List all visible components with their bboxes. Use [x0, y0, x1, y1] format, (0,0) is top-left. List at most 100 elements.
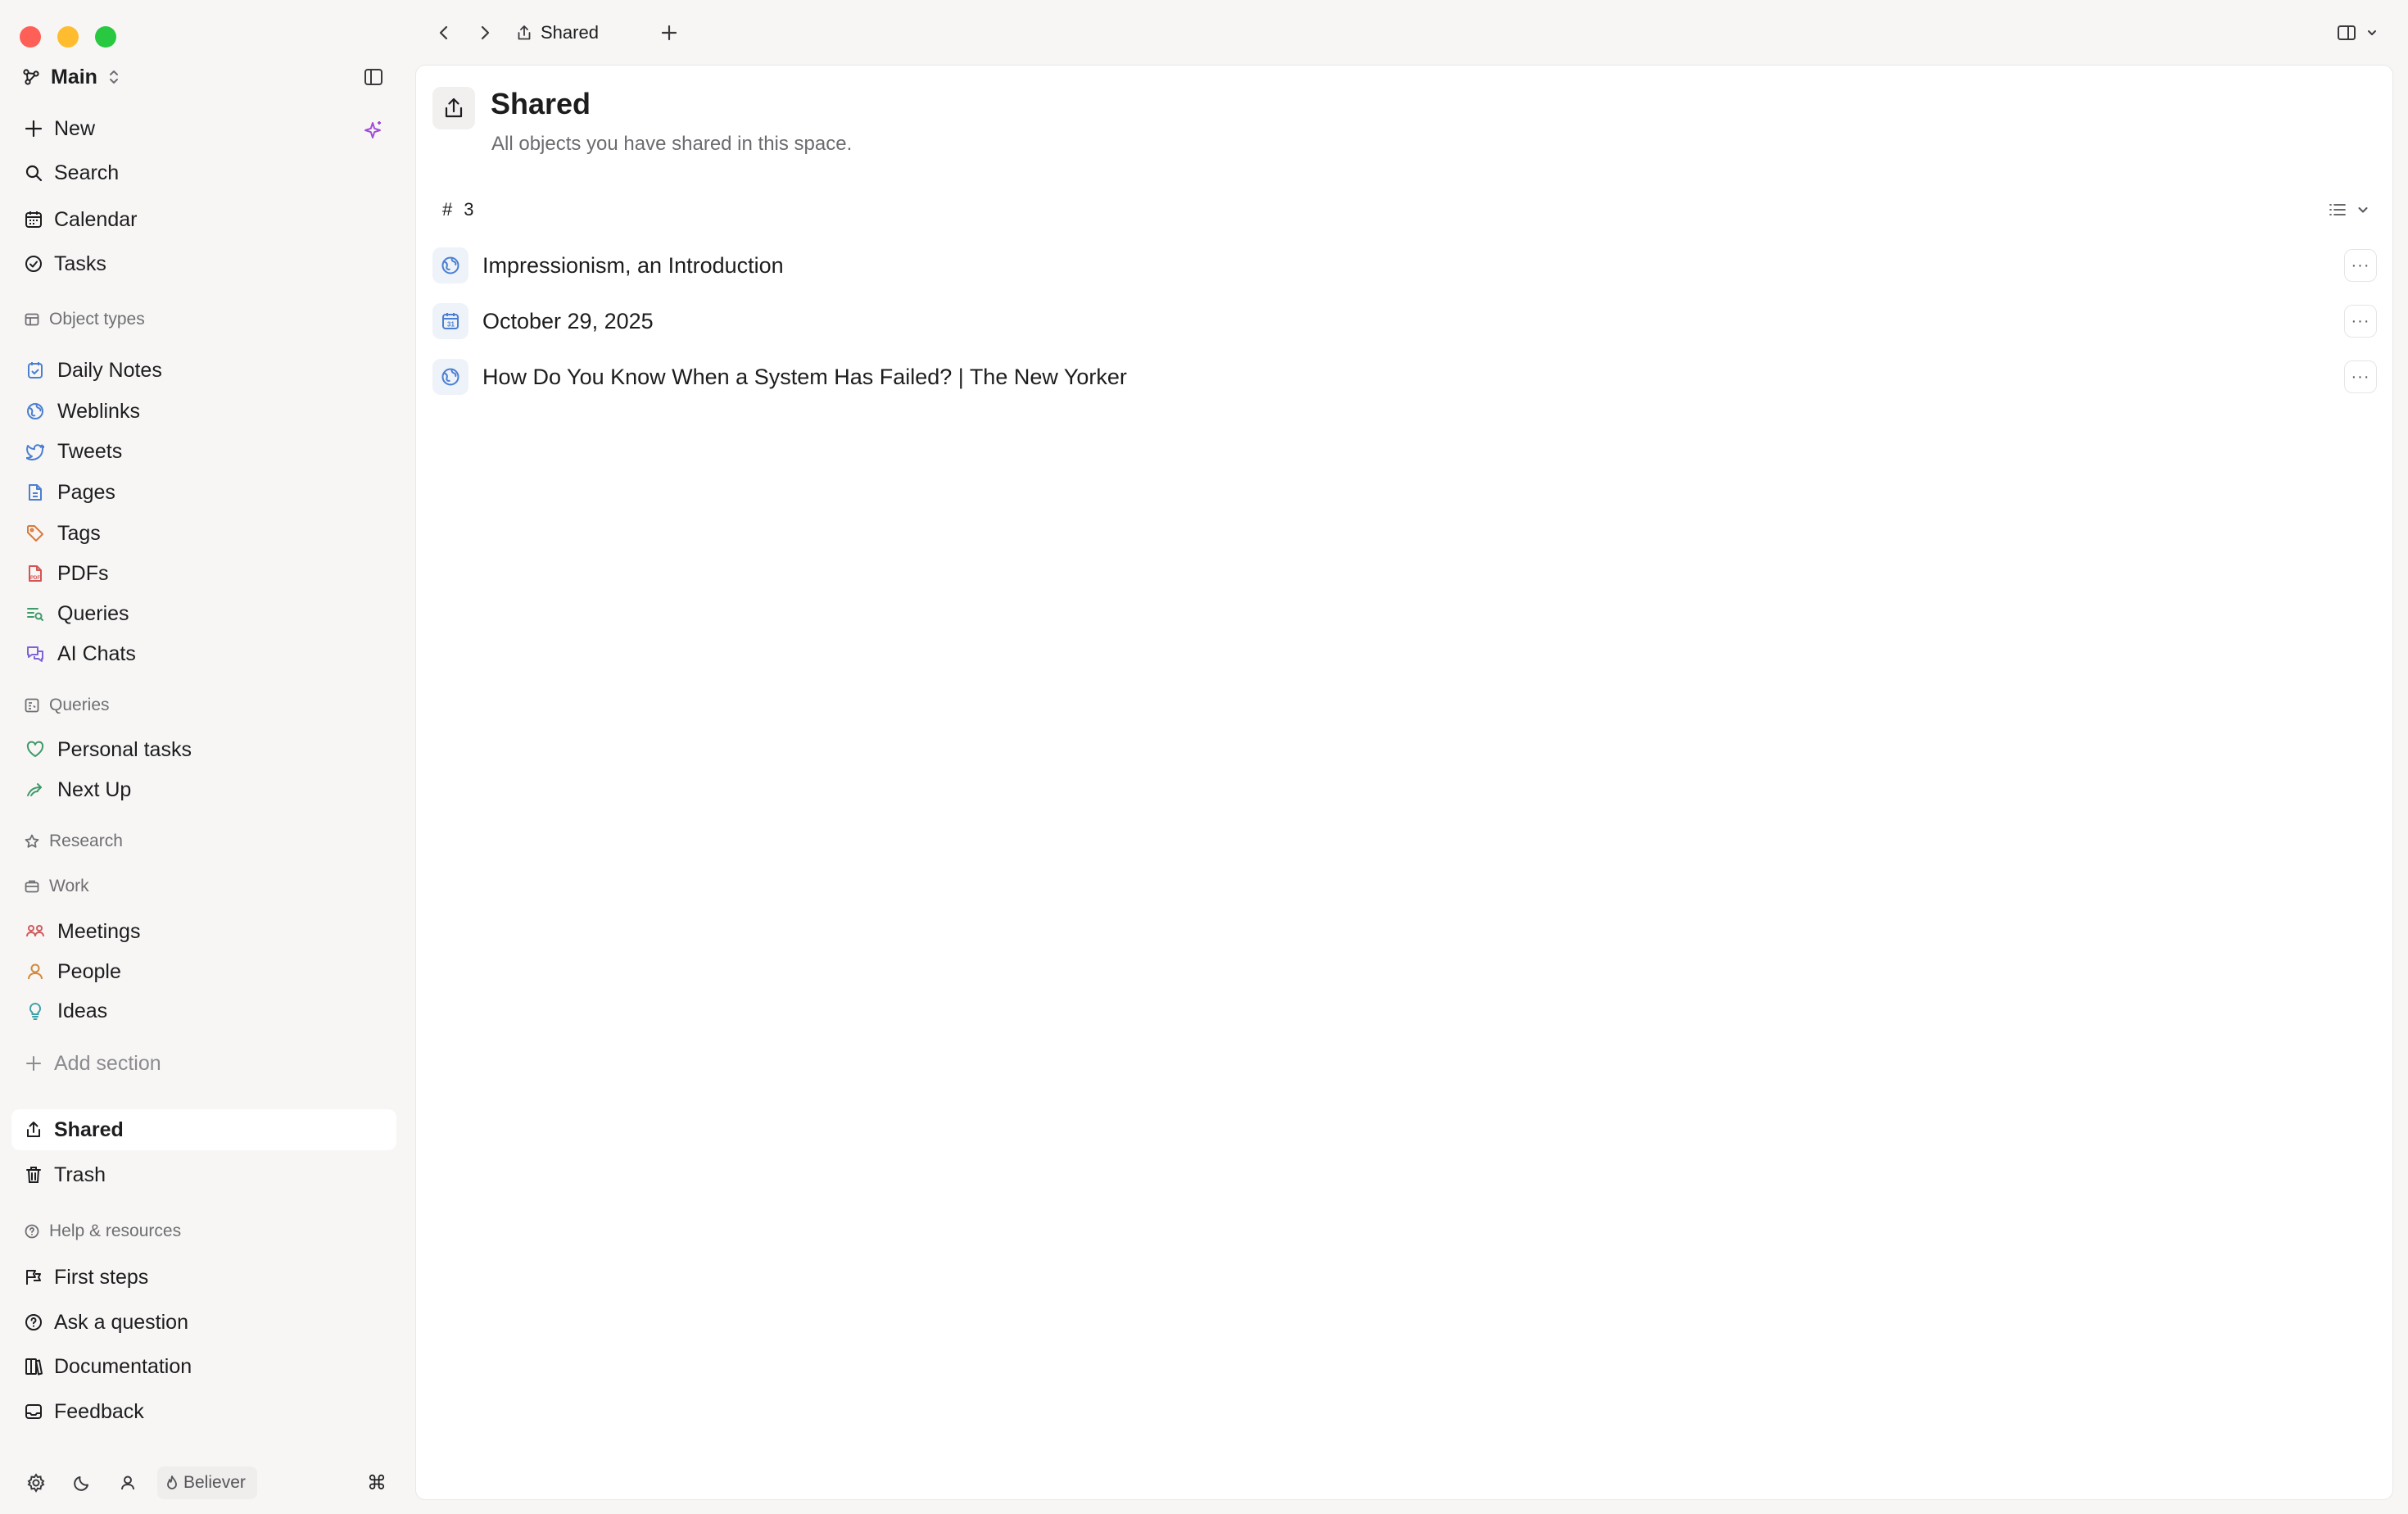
- sidebar-item-meetings[interactable]: Meetings: [11, 911, 396, 952]
- space-switcher[interactable]: Main: [21, 61, 120, 93]
- sidebar-item-pdfs[interactable]: PDF PDFs: [11, 553, 396, 594]
- trash-icon: [21, 1163, 46, 1187]
- settings-button[interactable]: [20, 1466, 52, 1499]
- globe-icon: [432, 247, 468, 283]
- sidebar-item-ideas[interactable]: Ideas: [11, 990, 396, 1031]
- chat-icon: [25, 643, 46, 664]
- sidebar-item-tags[interactable]: Tags: [11, 513, 396, 554]
- sidebar-item-trash[interactable]: Trash: [11, 1154, 396, 1195]
- chevron-left-icon: [437, 24, 450, 42]
- first-steps-icon: [21, 1265, 46, 1290]
- command-key-icon: ⌘: [367, 1471, 387, 1494]
- list-item[interactable]: 31 October 29, 2025 ···: [432, 298, 2377, 344]
- list-item[interactable]: Impressionism, an Introduction ···: [432, 243, 2377, 288]
- sidebar-item-search[interactable]: Search: [11, 152, 396, 193]
- section-queries[interactable]: Queries: [11, 689, 396, 722]
- help-heading: Help & resources: [49, 1222, 182, 1240]
- new-tab-button[interactable]: [651, 16, 687, 49]
- chevron-down-icon: [2366, 27, 2378, 39]
- briefcase-icon: [23, 877, 41, 895]
- object-types-heading: Object types: [49, 310, 145, 329]
- sidebar-item-documentation[interactable]: Documentation: [11, 1346, 396, 1387]
- page-icon-button[interactable]: [432, 87, 475, 129]
- query-icon: [25, 603, 46, 624]
- theme-toggle-button[interactable]: [66, 1466, 98, 1499]
- section-research[interactable]: Research: [11, 825, 396, 858]
- ai-sparkle-button[interactable]: [359, 116, 387, 144]
- sidebar-item-daily-notes[interactable]: Daily Notes: [11, 350, 396, 391]
- sidebar-item-queries[interactable]: Queries: [11, 593, 396, 634]
- gear-icon: [26, 1473, 46, 1493]
- page-description: All objects you have shared in this spac…: [491, 133, 853, 155]
- calendar-icon: 31: [432, 303, 468, 339]
- view-mode-button[interactable]: [2329, 193, 2370, 226]
- personal-tasks-label: Personal tasks: [57, 737, 192, 761]
- daily-note-icon: [25, 360, 46, 381]
- tasks-label: Tasks: [54, 252, 106, 275]
- layout-menu-button[interactable]: [2337, 16, 2378, 49]
- section-help[interactable]: Help & resources: [11, 1215, 396, 1248]
- work-heading: Work: [49, 877, 89, 895]
- sidebar-item-ai-chats[interactable]: AI Chats: [11, 633, 396, 674]
- item-count: # 3: [442, 193, 474, 226]
- svg-text:31: 31: [447, 321, 455, 329]
- sidebar-item-ask-question[interactable]: Ask a question: [11, 1302, 396, 1343]
- page-title: Shared: [491, 87, 591, 120]
- ai-chats-label: AI Chats: [57, 641, 136, 665]
- list-item[interactable]: How Do You Know When a System Has Failed…: [432, 354, 2377, 400]
- sidebar-item-first-steps[interactable]: First steps: [11, 1257, 396, 1298]
- tab-shared[interactable]: Shared: [516, 16, 599, 49]
- space-logo-icon: [21, 67, 41, 87]
- sidebar-item-tweets[interactable]: Tweets: [11, 431, 396, 472]
- more-options-button[interactable]: ···: [2344, 305, 2377, 338]
- sidebar-item-people[interactable]: People: [11, 951, 396, 992]
- svg-text:PDF: PDF: [30, 576, 40, 581]
- more-options-button[interactable]: ···: [2344, 360, 2377, 393]
- new-label: New: [54, 116, 96, 140]
- sidebar-item-weblinks[interactable]: Weblinks: [11, 391, 396, 432]
- sidebar-item-tasks[interactable]: Tasks: [11, 243, 396, 284]
- account-button[interactable]: [111, 1466, 144, 1499]
- chevron-updown-icon: [107, 68, 120, 86]
- feedback-label: Feedback: [54, 1399, 144, 1423]
- question-icon: [21, 1310, 46, 1335]
- new-button[interactable]: New: [11, 108, 396, 149]
- queries-type-label: Queries: [57, 601, 129, 625]
- add-section-label: Add section: [54, 1051, 161, 1075]
- sidebar-item-feedback[interactable]: Feedback: [11, 1391, 396, 1432]
- plus-icon: [660, 24, 678, 42]
- sidebar-item-shared[interactable]: Shared: [11, 1109, 396, 1150]
- first-steps-label: First steps: [54, 1265, 149, 1289]
- weblinks-label: Weblinks: [57, 399, 140, 423]
- documentation-label: Documentation: [54, 1354, 192, 1378]
- sidebar-item-next-up[interactable]: Next Up: [11, 769, 396, 810]
- item-title: October 29, 2025: [482, 308, 654, 333]
- sidebar-toggle-button[interactable]: [360, 64, 387, 90]
- chevron-right-icon: [478, 24, 491, 42]
- plan-badge-label: Believer: [183, 1473, 246, 1492]
- section-object-types[interactable]: Object types: [11, 303, 396, 336]
- meetings-label: Meetings: [57, 919, 141, 943]
- chevron-down-icon: [2356, 203, 2370, 216]
- forward-button[interactable]: [467, 16, 503, 49]
- next-up-label: Next Up: [57, 777, 132, 801]
- item-title: How Do You Know When a System Has Failed…: [482, 364, 1127, 389]
- sidebar-item-personal-tasks[interactable]: Personal tasks: [11, 729, 396, 770]
- ask-question-label: Ask a question: [54, 1310, 188, 1334]
- sidebar-item-pages[interactable]: Pages: [11, 472, 396, 513]
- item-title: Impressionism, an Introduction: [482, 252, 784, 278]
- back-button[interactable]: [426, 16, 462, 49]
- plan-badge[interactable]: Believer: [157, 1466, 257, 1499]
- more-options-button[interactable]: ···: [2344, 249, 2377, 282]
- table-icon: [23, 311, 41, 329]
- tab-label: Shared: [541, 22, 599, 43]
- sparkle-icon: [361, 119, 384, 142]
- heart-icon: [25, 739, 46, 760]
- plus-icon: [21, 1051, 46, 1076]
- query-grid-icon: [23, 696, 41, 714]
- section-work[interactable]: Work: [11, 870, 396, 903]
- command-palette-button[interactable]: ⌘: [360, 1466, 393, 1499]
- add-section-button[interactable]: Add section: [11, 1043, 396, 1084]
- sidebar-item-calendar[interactable]: Calendar: [11, 199, 396, 240]
- ideas-label: Ideas: [57, 999, 108, 1022]
